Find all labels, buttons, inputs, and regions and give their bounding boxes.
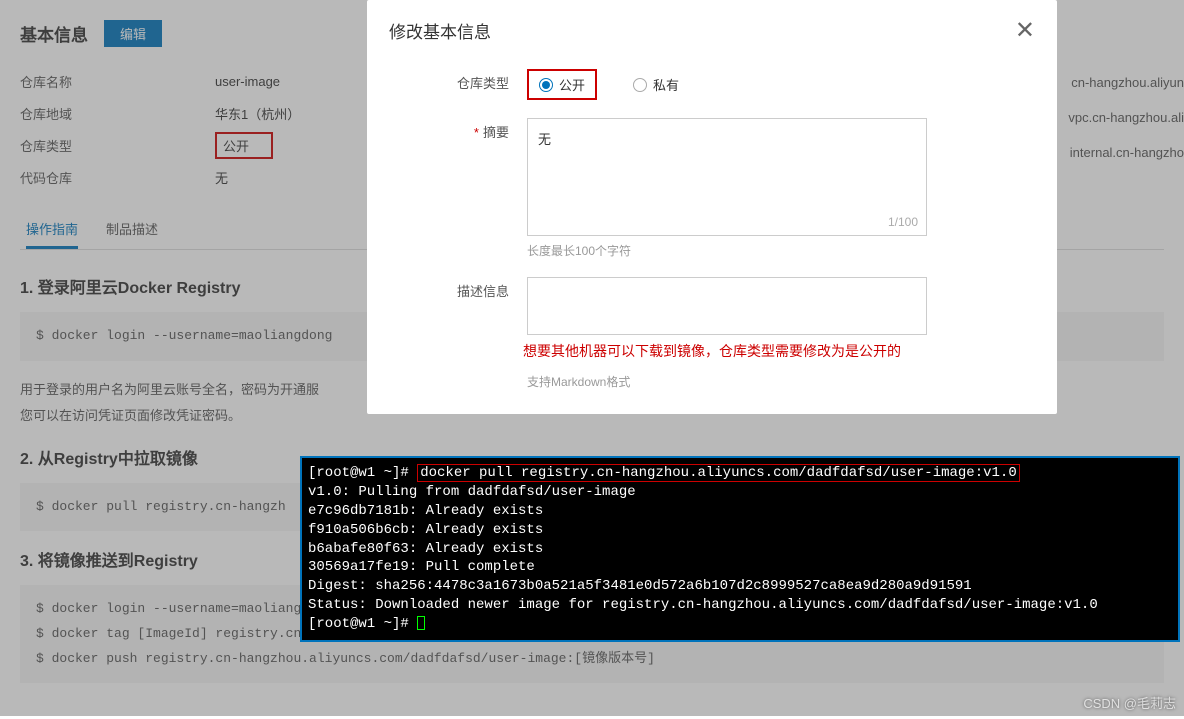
terminal: [root@w1 ~]# docker pull registry.cn-han… bbox=[300, 456, 1180, 642]
cursor-icon bbox=[417, 616, 425, 630]
form-value-summary: 无 1/100 长度最长100个字符 bbox=[527, 118, 997, 259]
close-icon[interactable]: ✕ bbox=[1015, 19, 1035, 43]
term-prompt: [root@w1 ~]# bbox=[308, 465, 417, 481]
term-line-7: Digest: sha256:4478c3a1673b0a521a5f3481e… bbox=[308, 577, 1172, 596]
term-line-2: v1.0: Pulling from dadfdafsd/user-image bbox=[308, 483, 1172, 502]
modal-title: 修改基本信息 bbox=[389, 18, 491, 43]
summary-value: 无 bbox=[538, 132, 551, 147]
radio-group: 公开 私有 bbox=[527, 69, 997, 100]
modal-body: 仓库类型 公开 私有 *摘要 无 1/100 长度最长100个字符 bbox=[367, 55, 1057, 414]
form-row-desc-hint: 支持Markdown格式 bbox=[427, 367, 997, 390]
term-prompt2: [root@w1 ~]# bbox=[308, 616, 417, 632]
radio-icon bbox=[633, 78, 647, 92]
desc-hint: 支持Markdown格式 bbox=[527, 373, 997, 390]
watermark: CSDN @毛莉志 bbox=[1083, 693, 1176, 712]
term-line-6: 30569a17fe19: Pull complete bbox=[308, 558, 1172, 577]
form-row-summary: *摘要 无 1/100 长度最长100个字符 bbox=[427, 118, 997, 259]
char-count: 1/100 bbox=[888, 215, 918, 229]
form-label-summary: *摘要 bbox=[427, 118, 527, 259]
radio-private[interactable]: 私有 bbox=[625, 71, 687, 98]
term-line-1: [root@w1 ~]# docker pull registry.cn-han… bbox=[308, 464, 1172, 483]
term-line-4: f910a506b6cb: Already exists bbox=[308, 521, 1172, 540]
summary-hint: 长度最长100个字符 bbox=[527, 242, 997, 259]
form-label-type: 仓库类型 bbox=[427, 69, 527, 100]
term-cmd: docker pull registry.cn-hangzhou.aliyunc… bbox=[417, 464, 1020, 482]
form-row-desc: 描述信息 bbox=[427, 277, 997, 335]
desc-textarea[interactable] bbox=[527, 277, 927, 335]
term-line-3: e7c96db7181b: Already exists bbox=[308, 502, 1172, 521]
modal-header: 修改基本信息 ✕ bbox=[367, 0, 1057, 55]
form-row-type: 仓库类型 公开 私有 bbox=[427, 69, 997, 100]
term-line-9: [root@w1 ~]# bbox=[308, 615, 1172, 634]
edit-modal: 修改基本信息 ✕ 仓库类型 公开 私有 *摘要 无 1/100 bbox=[367, 0, 1057, 414]
term-line-8: Status: Downloaded newer image for regis… bbox=[308, 596, 1172, 615]
term-line-5: b6abafe80f63: Already exists bbox=[308, 540, 1172, 559]
radio-private-label: 私有 bbox=[653, 75, 679, 94]
summary-textarea[interactable]: 无 1/100 bbox=[527, 118, 927, 236]
form-value-desc bbox=[527, 277, 997, 335]
red-annotation: 想要其他机器可以下载到镜像，仓库类型需要修改为是公开的 bbox=[427, 341, 997, 361]
radio-public-label: 公开 bbox=[559, 75, 585, 94]
radio-icon bbox=[539, 78, 553, 92]
radio-public[interactable]: 公开 bbox=[527, 69, 597, 100]
form-label-desc: 描述信息 bbox=[427, 277, 527, 335]
